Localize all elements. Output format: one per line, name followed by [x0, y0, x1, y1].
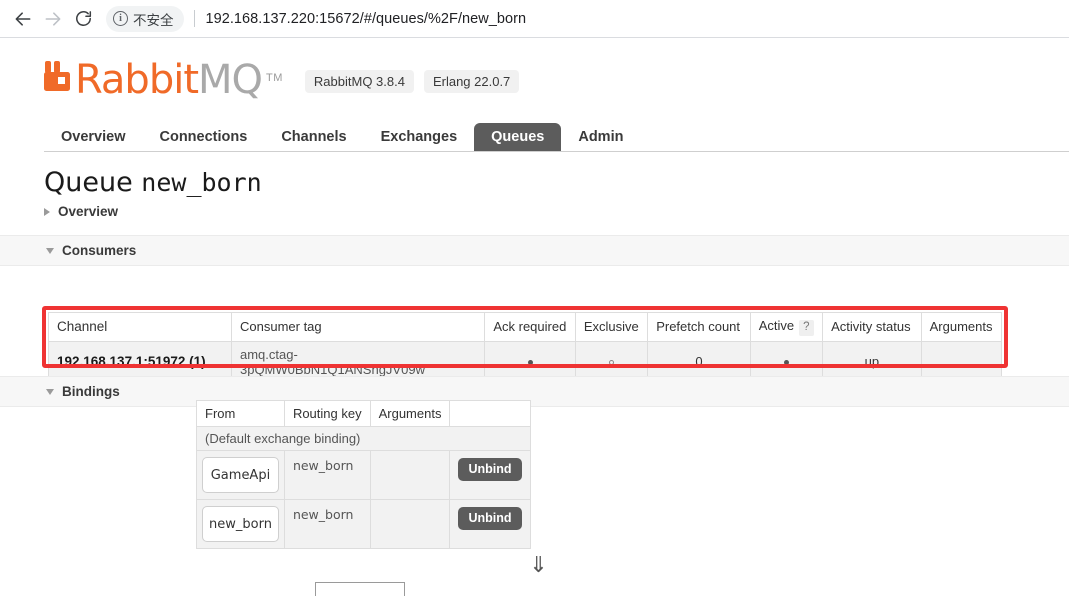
- col-active-label: Active: [758, 318, 795, 333]
- col-binding-arguments: Arguments: [369, 400, 451, 427]
- table-row: new_born new_born Unbind: [196, 499, 531, 549]
- col-from: From: [196, 400, 285, 427]
- chevron-right-icon: [44, 207, 50, 216]
- page-title-block: Queue new_born Overview: [44, 167, 1069, 219]
- this-queue-box: This queue: [315, 582, 405, 596]
- col-routing-key: Routing key: [283, 400, 371, 427]
- badge-erlang-version: Erlang 22.0.7: [423, 70, 520, 93]
- default-exchange-binding-label: (Default exchange binding): [196, 426, 531, 451]
- main-navigation: Overview Connections Channels Exchanges …: [44, 120, 1069, 152]
- rabbit-logo-icon: [44, 60, 73, 97]
- page-title-prefix: Queue: [44, 167, 133, 198]
- col-consumer-tag[interactable]: Consumer tag: [230, 312, 486, 342]
- forward-arrow-icon[interactable]: [38, 4, 68, 34]
- browser-toolbar: i 不安全 192.168.137.220:15672/#/queues/%2F…: [0, 0, 1069, 38]
- logo-text-mq: MQ: [198, 57, 263, 103]
- col-prefetch-count[interactable]: Prefetch count: [647, 312, 751, 342]
- tab-queues[interactable]: Queues: [474, 122, 562, 151]
- col-binding-action: [449, 400, 531, 427]
- flow-arrow-glyph: ⇓: [529, 552, 548, 577]
- col-active[interactable]: Active?: [749, 312, 824, 342]
- cell-binding-action: Unbind: [449, 499, 531, 549]
- bindings-area: From Routing key Arguments (Default exch…: [0, 400, 1069, 549]
- bindings-table-header-row: From Routing key Arguments: [196, 400, 531, 427]
- omnibox-divider: [193, 10, 195, 27]
- routing-key-text: new_born: [292, 507, 354, 522]
- filled-dot-icon: [527, 360, 533, 366]
- hollow-dot-icon: [609, 360, 614, 366]
- info-circle-icon: i: [113, 11, 128, 26]
- back-arrow-icon[interactable]: [8, 4, 38, 34]
- col-channel[interactable]: Channel: [48, 312, 232, 342]
- site-security-chip[interactable]: i 不安全: [106, 5, 184, 32]
- rabbitmq-page: RabbitMQ TM RabbitMQ 3.8.4 Erlang 22.0.7…: [0, 38, 1069, 596]
- flow-arrow-icon: ⇓: [0, 554, 1069, 576]
- address-bar[interactable]: i 不安全 192.168.137.220:15672/#/queues/%2F…: [106, 5, 1061, 33]
- table-row: GameApi new_born Unbind: [196, 450, 531, 500]
- exchange-link-new-born[interactable]: new_born: [202, 506, 279, 542]
- cell-binding-action: Unbind: [449, 450, 531, 500]
- routing-key-text: new_born: [292, 458, 354, 473]
- col-activity-status[interactable]: Activity status: [822, 312, 922, 342]
- col-exclusive[interactable]: Exclusive: [574, 312, 649, 342]
- consumers-table: Channel Consumer tag Ack required Exclus…: [48, 312, 1003, 383]
- unbind-button[interactable]: Unbind: [458, 507, 522, 530]
- logo-text-rabbit: Rabbit: [75, 57, 199, 103]
- tab-connections[interactable]: Connections: [143, 123, 265, 152]
- cell-routing-key: new_born: [283, 499, 371, 549]
- section-bindings-label: Bindings: [62, 384, 120, 399]
- section-overview-label: Overview: [58, 204, 119, 220]
- reload-icon[interactable]: [68, 4, 98, 34]
- page-title-queue-name: new_born: [141, 168, 262, 197]
- section-overview-toggle[interactable]: Overview: [44, 204, 1069, 219]
- exchange-link-gameapi[interactable]: GameApi: [202, 457, 279, 493]
- consumers-table-header-row: Channel Consumer tag Ack required Exclus…: [48, 312, 1003, 342]
- unbind-button[interactable]: Unbind: [458, 458, 522, 481]
- help-icon[interactable]: ?: [799, 320, 814, 336]
- tab-channels[interactable]: Channels: [264, 123, 363, 152]
- col-ack-required[interactable]: Ack required: [484, 312, 576, 342]
- page-title: Queue new_born: [44, 167, 1069, 198]
- section-bindings-toggle[interactable]: Bindings: [46, 384, 1069, 399]
- page-header: RabbitMQ TM RabbitMQ 3.8.4 Erlang 22.0.7: [0, 38, 1069, 100]
- col-arguments[interactable]: Arguments: [920, 312, 1003, 342]
- cell-binding-arguments: [369, 499, 451, 549]
- cell-from: GameApi: [196, 450, 285, 500]
- security-label: 不安全: [133, 12, 174, 28]
- cell-binding-arguments: [369, 450, 451, 500]
- tab-exchanges[interactable]: Exchanges: [364, 123, 475, 152]
- section-consumers-toggle[interactable]: Consumers: [46, 243, 1069, 258]
- rabbitmq-logo[interactable]: RabbitMQ TM: [44, 60, 283, 100]
- cell-from: new_born: [196, 499, 285, 549]
- section-consumers-label: Consumers: [62, 243, 137, 259]
- filled-dot-icon: [783, 360, 789, 366]
- bindings-table: From Routing key Arguments (Default exch…: [196, 400, 531, 549]
- cell-routing-key: new_born: [283, 450, 371, 500]
- chevron-down-icon: [46, 388, 54, 395]
- version-badges: RabbitMQ 3.8.4 Erlang 22.0.7: [304, 70, 520, 93]
- tab-admin[interactable]: Admin: [561, 123, 640, 152]
- chevron-down-icon: [46, 247, 54, 254]
- consumers-table-wrap: Channel Consumer tag Ack required Exclus…: [48, 312, 1003, 383]
- section-consumers-header: Consumers: [0, 235, 1069, 267]
- logo-trademark: TM: [266, 72, 283, 84]
- default-binding-row: (Default exchange binding): [196, 426, 531, 451]
- badge-rabbitmq-version: RabbitMQ 3.8.4: [304, 70, 414, 93]
- url-text: 192.168.137.220:15672/#/queues/%2F/new_b…: [205, 10, 527, 27]
- tab-overview[interactable]: Overview: [44, 123, 143, 152]
